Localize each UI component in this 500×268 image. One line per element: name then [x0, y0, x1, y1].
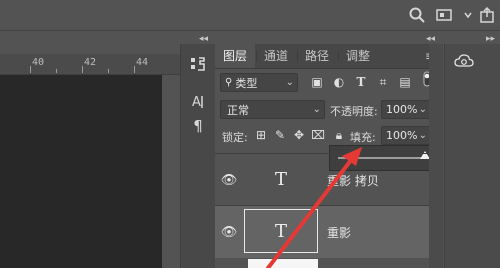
- canvas-pasteboard: [162, 75, 180, 268]
- white-swatch: [248, 259, 318, 268]
- lock-image-icon[interactable]: ✎: [273, 128, 287, 142]
- filter-type-label: 类型: [235, 76, 258, 90]
- tab-adjustments[interactable]: 调整: [338, 44, 378, 68]
- lock-artboard-icon[interactable]: ⌧: [311, 128, 325, 142]
- smart-object-filter-icon[interactable]: ▤: [398, 75, 412, 89]
- search-icon[interactable]: [408, 6, 426, 24]
- opacity-input[interactable]: 100% ⌄: [381, 100, 431, 119]
- lock-position-icon[interactable]: ✥: [292, 128, 306, 142]
- ruler-tick: [134, 66, 135, 73]
- text-layer-thumbnail: T: [274, 168, 287, 190]
- opacity-label: 不透明度:: [330, 105, 378, 118]
- filter-type-select[interactable]: ⚲ 类型 ⌄: [220, 73, 298, 92]
- opacity-value: 100%: [386, 103, 418, 116]
- ruler-tick: [56, 69, 57, 73]
- visibility-eye-icon[interactable]: 👁︎: [219, 170, 239, 190]
- ruler-label: 42: [84, 57, 97, 68]
- layer-row-selected[interactable]: 👁︎ T 重影: [215, 205, 429, 258]
- share-icon[interactable]: [478, 6, 496, 24]
- ruler-label: 40: [32, 57, 45, 68]
- layer-name[interactable]: 重影: [327, 224, 351, 241]
- creative-cloud-icon[interactable]: [454, 54, 474, 68]
- image-filter-icon[interactable]: ▣: [310, 75, 324, 89]
- collapse-panel-icon[interactable]: ◂◂: [426, 34, 435, 44]
- document-canvas[interactable]: [0, 75, 162, 268]
- layer-row[interactable]: 👁︎ T 重影 拷贝: [215, 153, 429, 206]
- layer-name[interactable]: 重影 拷贝: [327, 172, 379, 189]
- fill-input[interactable]: 100% ⌄: [381, 126, 431, 145]
- layers-scrollbar[interactable]: [429, 44, 443, 268]
- adjustment-filter-icon[interactable]: ◐: [332, 75, 346, 89]
- ruler-tick: [30, 66, 31, 73]
- shape-filter-icon[interactable]: ⌗: [376, 75, 390, 89]
- chevron-down-icon: ⌄: [418, 104, 427, 115]
- blend-mode-value: 正常: [227, 103, 249, 117]
- svg-text:A: A: [192, 95, 201, 110]
- lock-label: 锁定:: [222, 131, 248, 144]
- pilcrow-icon[interactable]: ¶: [181, 112, 215, 140]
- lock-transparent-icon[interactable]: ⊞: [254, 128, 268, 142]
- tab-layers[interactable]: 图层: [215, 44, 256, 68]
- collapse-left-icon[interactable]: ◂◂: [199, 34, 208, 44]
- right-dock-panel: [444, 44, 500, 268]
- text-layer-thumbnail: T: [244, 209, 318, 253]
- horizontal-ruler: 40 42 44: [0, 54, 180, 75]
- lock-all-icon[interactable]: 🔒︎: [332, 128, 346, 142]
- expand-right-icon[interactable]: ▸▸: [486, 34, 495, 44]
- panel-dock-toolstrip: A ¶: [180, 44, 216, 268]
- fill-value: 100%: [386, 129, 418, 142]
- visibility-eye-icon[interactable]: 👁︎: [219, 222, 239, 242]
- tab-paths[interactable]: 路径: [297, 44, 337, 68]
- text-filter-icon[interactable]: T: [354, 75, 368, 89]
- chevron-down-icon: ⌄: [418, 130, 427, 141]
- dropdown-icon[interactable]: [459, 6, 472, 24]
- ruler-tick: [108, 69, 109, 73]
- ruler-tick: [82, 66, 83, 73]
- blend-mode-select[interactable]: 正常 ⌄: [220, 100, 325, 119]
- chevron-down-icon: ⌄: [285, 77, 294, 88]
- character-icon[interactable]: [181, 50, 215, 78]
- tab-channels[interactable]: 通道: [256, 44, 296, 68]
- fill-label: 填充:: [350, 131, 376, 144]
- chevron-down-icon: ⌄: [312, 104, 321, 115]
- search-icon: ⚲: [225, 77, 233, 88]
- workspace-icon[interactable]: [435, 6, 453, 24]
- ruler-label: 44: [136, 57, 149, 68]
- panel-tabs: 图层 通道 路径 调整 ≡: [215, 44, 443, 69]
